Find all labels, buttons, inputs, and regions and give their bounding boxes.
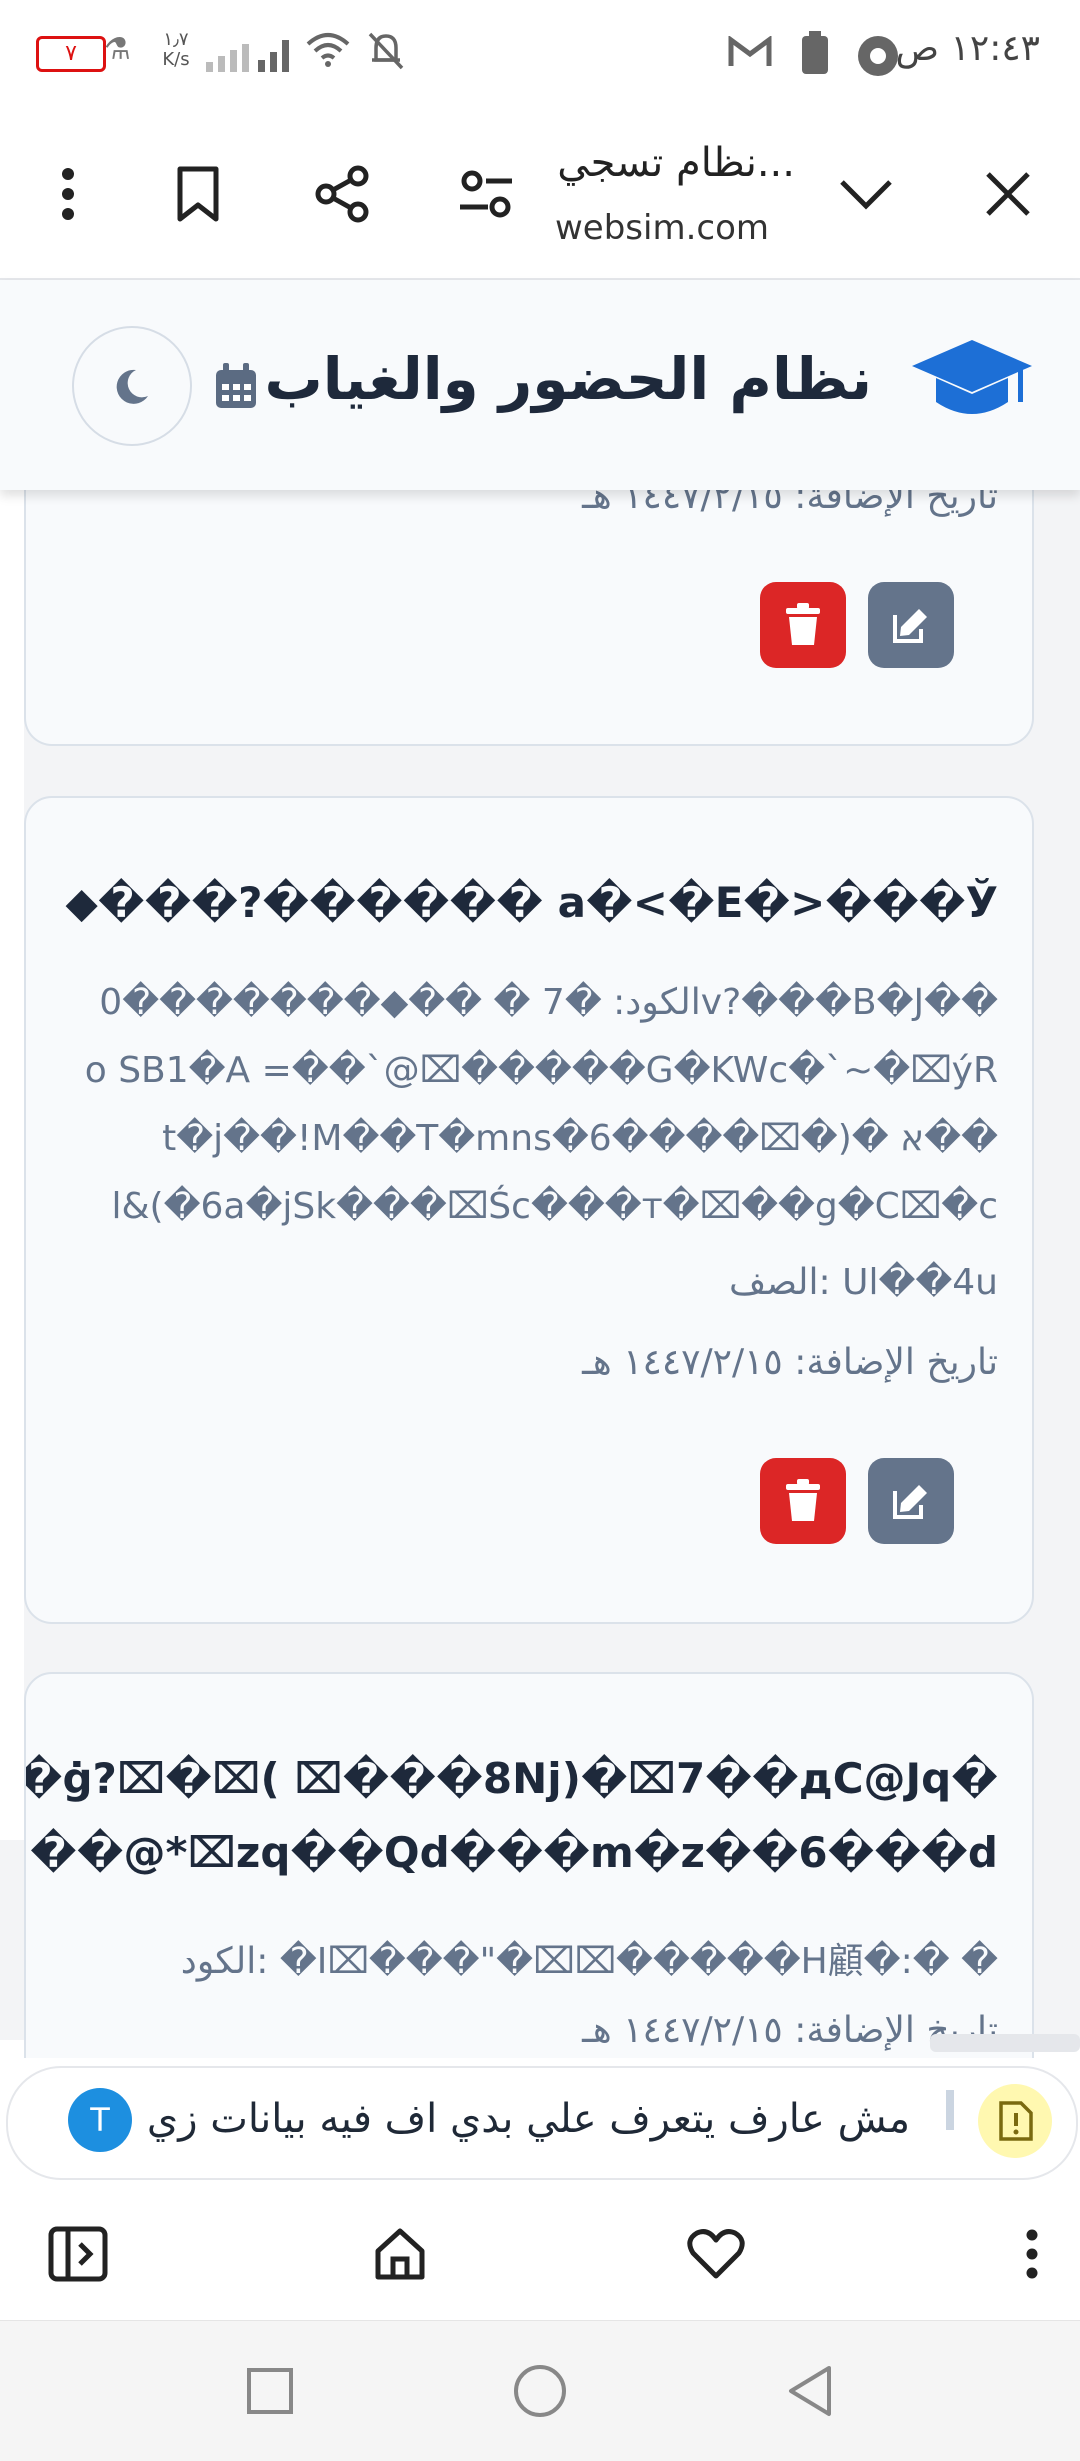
edit-icon (893, 609, 927, 643)
heart-icon (687, 2229, 745, 2279)
back-triangle-icon (789, 2366, 831, 2416)
bookmark-icon (177, 166, 219, 222)
signal-icon (206, 40, 289, 72)
more-vertical-icon (1026, 2229, 1038, 2279)
student-code: الكود: �7 � ��◆�������0v?���B�J�� (99, 982, 998, 1023)
app-title: نظام الحضور والغياب (264, 345, 873, 413)
delete-button[interactable] (760, 1458, 846, 1544)
home-button[interactable] (364, 2218, 436, 2290)
sidebar-toggle-button[interactable] (42, 2218, 114, 2290)
moon-icon (116, 369, 148, 404)
horizontal-scrollbar[interactable] (930, 2034, 1080, 2052)
more-button[interactable] (996, 2218, 1068, 2290)
page-margin (0, 470, 24, 1840)
page-url[interactable]: websim.com (555, 208, 795, 248)
site-settings-button[interactable] (450, 158, 522, 230)
student-code: الكود: �I⌧���"�⌧⌧�����H顧�:� � (180, 1941, 998, 1982)
share-icon (315, 165, 369, 223)
back-button[interactable] (780, 2361, 840, 2421)
app-notification-icon (858, 36, 898, 76)
share-button[interactable] (306, 158, 378, 230)
trash-icon (786, 1479, 820, 1521)
status-bar: ٧ ⚗ ١٫٧ K/s ١٢:٤٣ ص (0, 0, 1080, 110)
bell-off-icon (368, 32, 404, 70)
student-card: �ġ?⌧�⌧( ⌧���8Nj)�⌧7��дC@Jq� ��@*⌧zq��Qd�… (24, 1672, 1034, 2096)
bookmark-button[interactable] (162, 158, 234, 230)
close-icon (986, 172, 1030, 216)
avatar[interactable]: T (68, 2088, 132, 2152)
student-code-cont: o SB1�A =��`@⌧�����G�KWc�`~�⌧ýR (84, 1050, 998, 1091)
report-icon (999, 2101, 1033, 2141)
student-name: �ġ?⌧�⌧( ⌧���8Nj)�⌧7��дC@Jq� (24, 1754, 998, 1803)
edit-button[interactable] (868, 1458, 954, 1544)
text-cursor (946, 2090, 954, 2130)
browser-toolbar: نظام تسجي... websim.com (0, 110, 1080, 280)
sidebar-icon (48, 2226, 108, 2282)
wifi-icon (306, 33, 350, 67)
report-button[interactable] (978, 2084, 1052, 2158)
card-date: تاريخ الإضافة: ١٤٤٧/٢/١٥ هـ (582, 1342, 998, 1383)
gmail-icon (728, 36, 772, 66)
system-nav-bar (0, 2320, 1080, 2461)
student-name: ◆���?������ a�<�E�>���Ў (65, 878, 998, 927)
student-card: ◆���?������ a�<�E�>���Ў الكود: �7 � ��◆�… (24, 796, 1034, 1624)
favorite-button[interactable] (680, 2218, 752, 2290)
recents-button[interactable] (240, 2361, 300, 2421)
expand-button[interactable] (830, 158, 902, 230)
theme-toggle-button[interactable] (72, 326, 192, 446)
edit-button[interactable] (868, 582, 954, 668)
square-icon (247, 2368, 293, 2414)
chat-message[interactable]: مش عارف يتعرف علي بدي اف فيه بيانات زي (147, 2096, 910, 2142)
student-class: الصف: Ul��4u (729, 1262, 998, 1303)
trash-icon (786, 603, 820, 645)
student-code-cont: t�j��!M��T�mns�6����⌧�)� א�� (162, 1118, 998, 1159)
student-name-cont: ��@*⌧zq��Qd���m�z��6���d (30, 1828, 998, 1877)
tune-icon (460, 170, 512, 218)
home-icon (375, 2228, 425, 2280)
more-vertical-icon (62, 168, 74, 220)
student-code-cont: l&(�6a�jSk���⌧Śc���т�⌧��g�C⌧�c (111, 1186, 998, 1227)
delete-button[interactable] (760, 582, 846, 668)
page-title: نظام تسجي... (557, 140, 795, 186)
graduation-cap-icon (912, 340, 1032, 414)
menu-button[interactable] (32, 158, 104, 230)
battery-indicator: ٧ (36, 36, 106, 72)
system-home-button[interactable] (510, 2361, 570, 2421)
close-button[interactable] (972, 158, 1044, 230)
edit-icon (893, 1485, 927, 1519)
circle-icon (514, 2365, 566, 2417)
network-speed: ١٫٧ K/s (162, 29, 190, 70)
browser-bottom-bar (0, 2190, 1080, 2320)
clock: ١٢:٤٣ ص (895, 28, 1040, 69)
flask-icon: ⚗ (104, 32, 131, 67)
chevron-down-icon (840, 180, 892, 210)
app-header: نظام الحضور والغياب (0, 280, 1080, 490)
battery-saver-icon (802, 31, 828, 74)
calendar-icon[interactable] (214, 362, 258, 410)
